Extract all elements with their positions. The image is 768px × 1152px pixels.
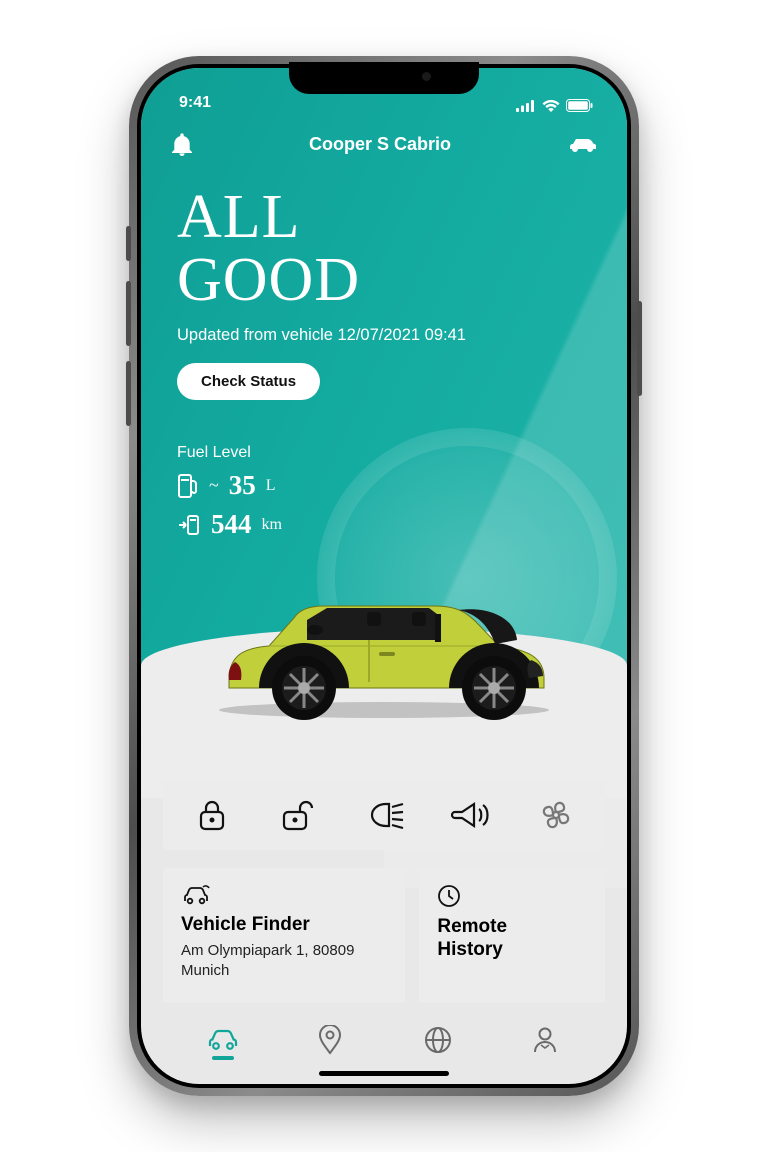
unlock-icon bbox=[281, 798, 315, 832]
vehicle-finder-card[interactable]: Vehicle Finder Am Olympiapark 1, 80809 M… bbox=[163, 868, 405, 1003]
notifications-button[interactable] bbox=[171, 132, 193, 156]
finder-icon bbox=[181, 884, 387, 906]
headlight-icon bbox=[364, 801, 404, 829]
finder-address: Am Olympiapark 1, 80809 Munich bbox=[181, 941, 387, 982]
lock-button[interactable] bbox=[184, 798, 240, 832]
fan-icon bbox=[539, 798, 573, 832]
history-title-2: History bbox=[437, 939, 502, 960]
hero-headline-1: ALL bbox=[177, 183, 301, 251]
fuel-value: 35 bbox=[229, 470, 256, 501]
fuel-block: Fuel Level ~ 35 L 544 km bbox=[141, 400, 627, 540]
lock-icon bbox=[196, 798, 228, 832]
pin-icon bbox=[318, 1025, 342, 1055]
vehicle-illustration bbox=[199, 570, 569, 720]
quick-actions bbox=[163, 780, 605, 850]
globe-icon bbox=[424, 1026, 452, 1054]
unlock-button[interactable] bbox=[270, 798, 326, 832]
tab-bar bbox=[141, 1013, 627, 1065]
tab-explore[interactable] bbox=[408, 1026, 468, 1054]
hero-subtitle: Updated from vehicle 12/07/2021 09:41 bbox=[177, 326, 591, 345]
remote-history-card[interactable]: Remote History bbox=[419, 868, 605, 1003]
history-icon bbox=[437, 884, 587, 908]
cellular-icon bbox=[516, 100, 536, 112]
profile-icon bbox=[532, 1026, 558, 1054]
wifi-icon bbox=[542, 100, 560, 112]
status-time: 9:41 bbox=[179, 94, 211, 112]
fuel-label: Fuel Level bbox=[177, 444, 591, 462]
hero: ALL GOOD Updated from vehicle 12/07/2021… bbox=[141, 156, 627, 400]
fuel-pump-icon bbox=[177, 473, 199, 499]
finder-title: Vehicle Finder bbox=[181, 914, 387, 937]
tab-vehicle[interactable] bbox=[193, 1028, 253, 1052]
range-unit: km bbox=[262, 516, 282, 534]
history-title-1: Remote bbox=[437, 916, 507, 937]
lights-button[interactable] bbox=[356, 801, 412, 829]
hero-headline-2: GOOD bbox=[177, 246, 360, 314]
vehicle-select-button[interactable] bbox=[567, 135, 597, 153]
tab-profile[interactable] bbox=[515, 1026, 575, 1054]
range-value: 544 bbox=[211, 509, 252, 540]
horn-icon bbox=[450, 801, 490, 829]
tab-map[interactable] bbox=[300, 1025, 360, 1055]
horn-button[interactable] bbox=[442, 801, 498, 829]
car-icon bbox=[567, 135, 597, 153]
fuel-approx: ~ bbox=[209, 475, 219, 496]
fuel-unit: L bbox=[266, 477, 276, 495]
range-icon bbox=[177, 514, 201, 536]
battery-icon bbox=[566, 99, 593, 112]
climate-button[interactable] bbox=[528, 798, 584, 832]
check-status-button[interactable]: Check Status bbox=[177, 363, 320, 400]
home-indicator[interactable] bbox=[319, 1071, 449, 1076]
bell-icon bbox=[171, 132, 193, 156]
car-outline-icon bbox=[206, 1028, 240, 1052]
page-title: Cooper S Cabrio bbox=[309, 134, 451, 155]
